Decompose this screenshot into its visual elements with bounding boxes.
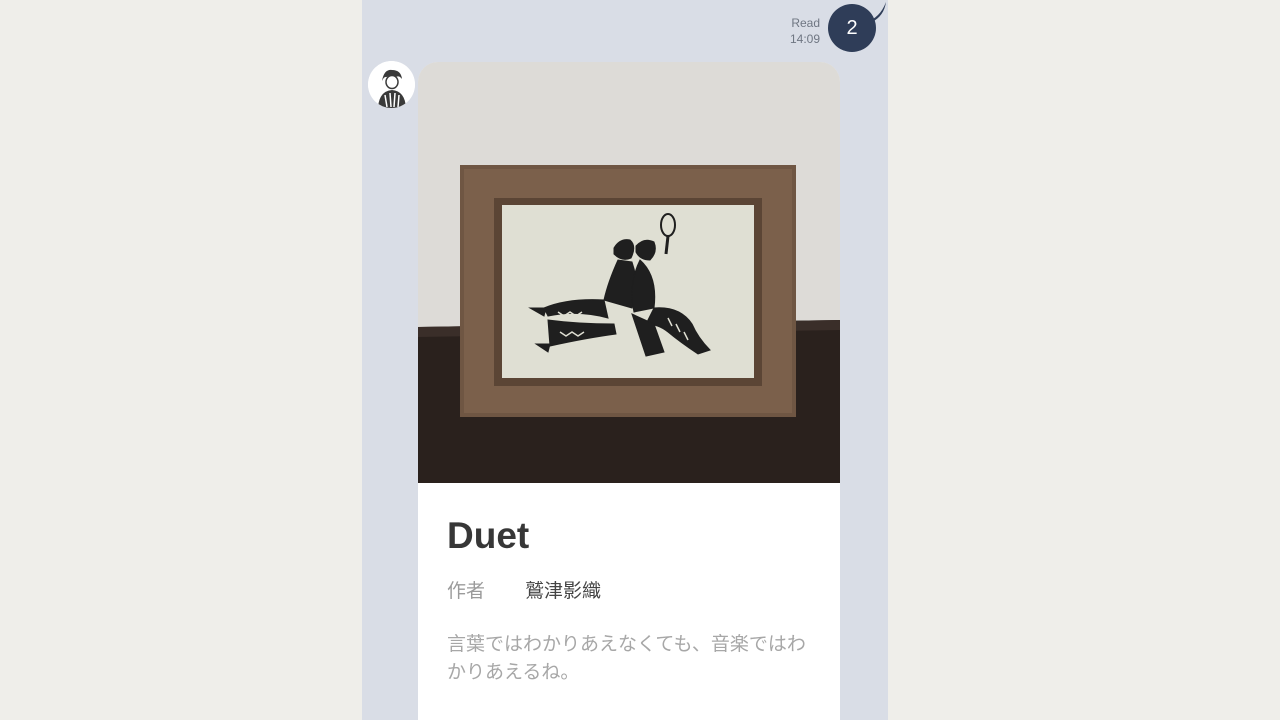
sender-avatar[interactable] <box>368 61 415 108</box>
card-description: 言葉ではわかりあえなくても、音楽ではわかりあえるね。 <box>447 633 806 683</box>
author-label: 作者 <box>447 580 486 602</box>
sent-message-bubble[interactable]: 2 <box>828 4 876 52</box>
framed-papercut-photo[interactable] <box>418 62 840 483</box>
card-title: Duet <box>447 515 530 556</box>
chat-screen: Read 14:09 2 Duet 作者 鷲津影織 言葉ではわかりあえなくても、… <box>362 0 888 720</box>
avatar-image <box>368 61 415 108</box>
author-name: 鷲津影織 <box>525 580 602 602</box>
card-body: Duet 作者 鷲津影織 言葉ではわかりあえなくても、音楽ではわかりあえるね。 <box>447 514 810 686</box>
message-time: 14:09 <box>789 32 820 46</box>
read-status: Read <box>791 16 820 30</box>
author-row: 作者 鷲津影織 <box>447 578 810 604</box>
message-meta: Read 14:09 <box>790 15 820 47</box>
message-card[interactable]: Duet 作者 鷲津影織 言葉ではわかりあえなくても、音楽ではわかりあえるね。 <box>418 62 840 720</box>
